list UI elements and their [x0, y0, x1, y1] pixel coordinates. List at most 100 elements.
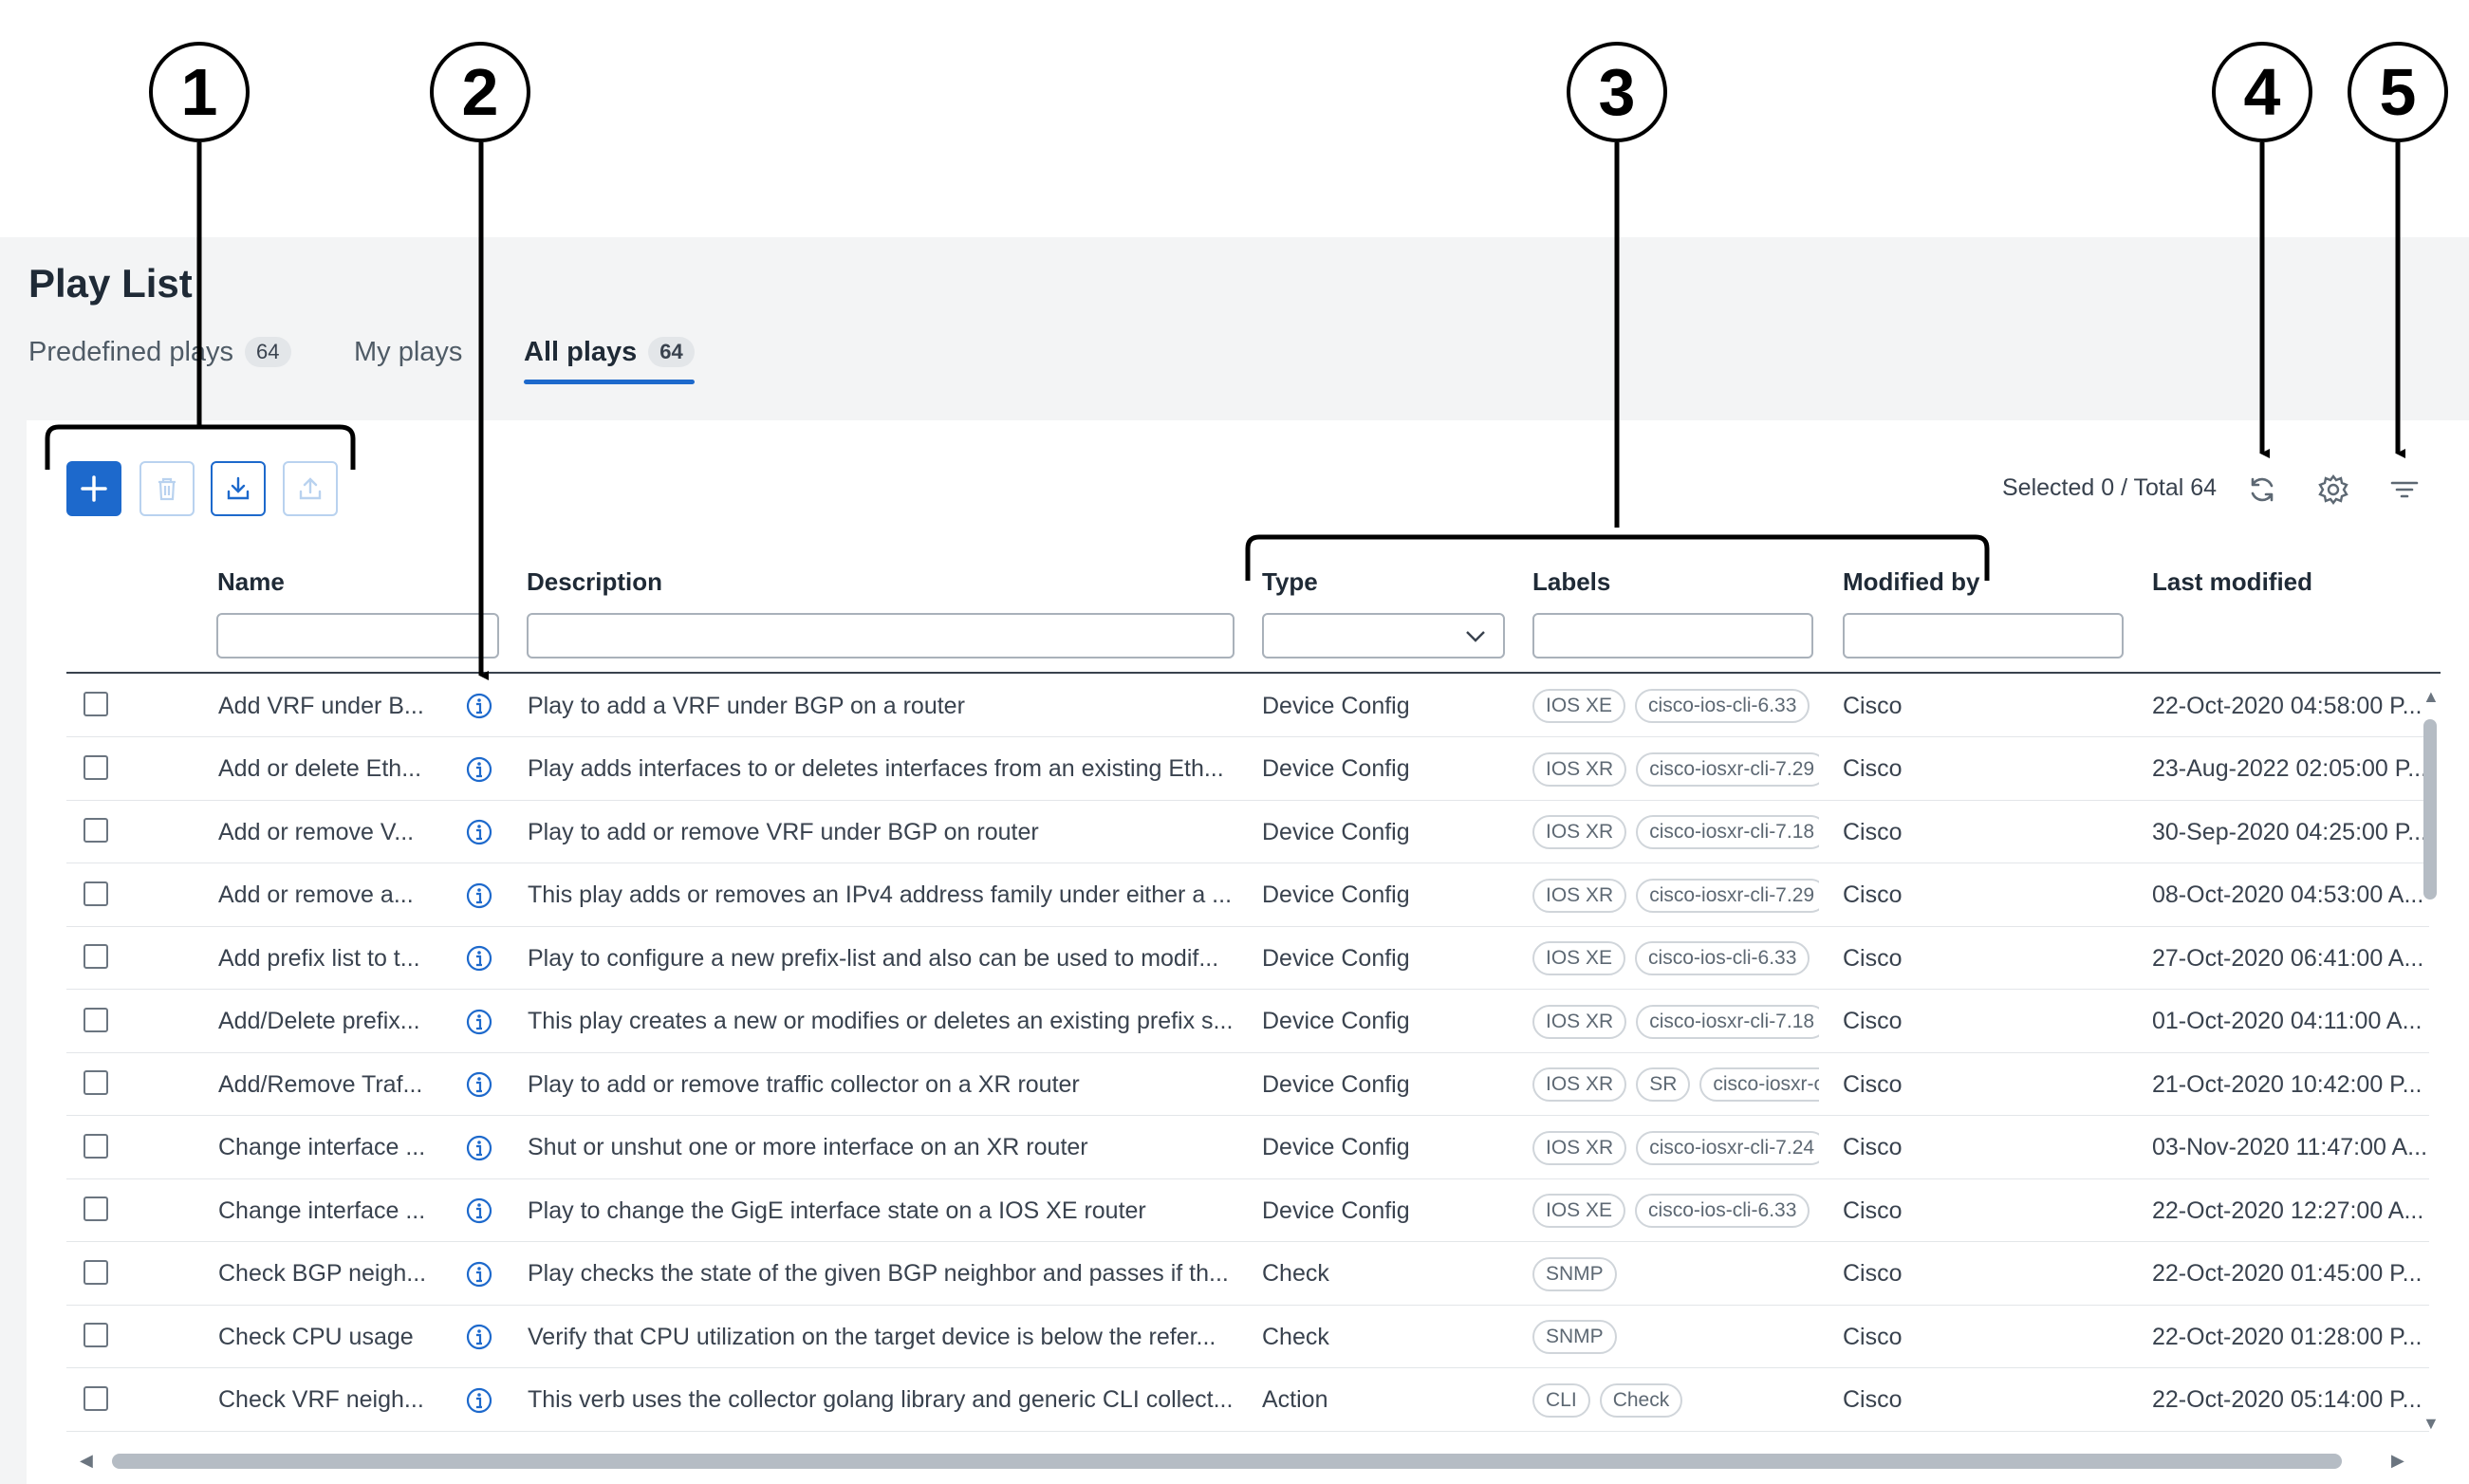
row-select-checkbox[interactable]	[84, 754, 108, 780]
row-select-checkbox[interactable]	[84, 818, 108, 843]
row-select-checkbox[interactable]	[84, 1323, 108, 1347]
table-row[interactable]: Check BGP neigh... Play checks the state …	[66, 1243, 2429, 1306]
scroll-left-icon[interactable]: ◀	[80, 1451, 93, 1471]
row-description: This play creates a new or modifies or d…	[528, 1008, 1234, 1034]
modified-by-filter-input[interactable]	[1843, 613, 2124, 659]
row-name: Check CPU usage	[218, 1323, 414, 1350]
label-badge: SR	[1636, 1067, 1691, 1102]
filter-toggle-button[interactable]	[2384, 469, 2425, 510]
callout-5: 5	[2348, 42, 2448, 142]
table-row[interactable]: Add/Delete prefix... This play creates a …	[66, 991, 2429, 1053]
info-icon[interactable]	[465, 692, 493, 720]
info-icon[interactable]	[465, 944, 493, 973]
row-labels: SNMP	[1532, 1243, 1819, 1306]
info-icon[interactable]	[465, 1008, 493, 1036]
row-last-modified: 01-Oct-2020 04:11:00 A...	[2152, 1008, 2423, 1034]
row-select-checkbox[interactable]	[84, 1385, 108, 1411]
row-select-checkbox[interactable]	[84, 1007, 108, 1032]
label-badge: IOS XR	[1532, 878, 1627, 913]
settings-button[interactable]	[2312, 469, 2354, 510]
refresh-button[interactable]	[2241, 469, 2283, 510]
label-badge: cisco-iosxr-cli-7.24	[1636, 1130, 1819, 1165]
play-table-body: Add VRF under B... Play to add a VRF unde…	[66, 675, 2429, 1434]
info-icon[interactable]	[465, 881, 493, 910]
row-labels: IOS XR cisco-iosxr-cli-7.18	[1532, 991, 1819, 1053]
row-modified-by: Cisco	[1843, 1323, 1903, 1350]
label-badge: IOS XE	[1532, 941, 1626, 975]
tab-predefined-plays[interactable]: Predefined plays 64	[28, 327, 291, 377]
row-select-checkbox[interactable]	[84, 1133, 108, 1159]
row-modified-by: Cisco	[1843, 755, 1903, 782]
label-badge: cisco-ios-cli-6.33	[1635, 689, 1810, 723]
info-icon[interactable]	[465, 755, 493, 784]
row-modified-by: Cisco	[1843, 1386, 1903, 1413]
name-filter-input[interactable]	[216, 613, 499, 659]
row-name: Add prefix list to t...	[218, 944, 420, 972]
horizontal-scrollbar[interactable]: ◀ ▶	[76, 1444, 2412, 1478]
row-modified-by: Cisco	[1843, 1260, 1903, 1287]
delete-button[interactable]	[139, 461, 195, 516]
table-row[interactable]: Check CPU usage Verify that CPU utilizati…	[66, 1306, 2429, 1368]
scroll-up-icon[interactable]: ▲	[2423, 687, 2440, 707]
column-header-modified-by[interactable]: Modified by	[1843, 567, 1979, 597]
import-button[interactable]	[211, 461, 266, 516]
row-last-modified: 22-Oct-2020 12:27:00 A...	[2152, 1196, 2424, 1224]
table-row[interactable]: Check VRF neigh... This verb uses the col…	[66, 1369, 2429, 1432]
row-select-checkbox[interactable]	[84, 881, 108, 906]
row-type: Action	[1262, 1386, 1328, 1413]
table-row[interactable]: Add or remove V... Play to add or remove …	[66, 801, 2429, 863]
export-button[interactable]	[283, 461, 338, 516]
row-type: Device Config	[1262, 1008, 1410, 1034]
row-last-modified: 27-Oct-2020 06:41:00 A...	[2152, 944, 2424, 972]
row-select-checkbox[interactable]	[84, 1070, 108, 1095]
row-labels: IOS XE cisco-ios-cli-6.33	[1532, 675, 1819, 737]
table-row[interactable]: Add VRF under B... Play to add a VRF unde…	[66, 675, 2429, 737]
info-icon[interactable]	[465, 1260, 493, 1289]
info-icon[interactable]	[465, 818, 493, 846]
column-header-labels[interactable]: Labels	[1532, 567, 1610, 597]
label-badge: IOS XR	[1532, 1130, 1627, 1165]
column-header-type[interactable]: Type	[1262, 567, 1318, 597]
info-icon[interactable]	[465, 1134, 493, 1162]
column-header-name[interactable]: Name	[217, 567, 285, 597]
table-row[interactable]: Add/Remove Traf... Play to add or remove …	[66, 1053, 2429, 1116]
row-modified-by: Cisco	[1843, 1134, 1903, 1160]
callout-3: 3	[1567, 42, 1667, 142]
info-icon[interactable]	[465, 1196, 493, 1225]
scroll-right-icon[interactable]: ▶	[2391, 1451, 2404, 1471]
tab-my-plays[interactable]: My plays	[354, 327, 462, 377]
row-description: Play to add a VRF under BGP on a router	[528, 692, 965, 719]
table-row[interactable]: Change interface ... Shut or unshut one o…	[66, 1117, 2429, 1179]
vertical-scroll-thumb[interactable]	[2423, 719, 2437, 900]
trash-icon	[158, 477, 176, 501]
table-row[interactable]: Add prefix list to t... Play to configure…	[66, 927, 2429, 990]
row-type: Device Config	[1262, 692, 1410, 719]
horizontal-scroll-thumb[interactable]	[112, 1454, 2342, 1469]
row-select-checkbox[interactable]	[84, 692, 108, 716]
table-row[interactable]: Change interface ... Play to change the G…	[66, 1179, 2429, 1242]
table-row[interactable]: Add or remove a... This play adds or remo…	[66, 864, 2429, 927]
table-row[interactable]: Add or delete Eth... Play adds interfaces…	[66, 738, 2429, 801]
column-header-description[interactable]: Description	[527, 567, 662, 597]
row-select-checkbox[interactable]	[84, 1259, 108, 1285]
vertical-scrollbar[interactable]: ▲ ▼	[2420, 683, 2441, 1433]
labels-filter-input[interactable]	[1532, 613, 1813, 659]
info-icon[interactable]	[465, 1386, 493, 1415]
column-header-last-modified[interactable]: Last modified	[2152, 567, 2312, 597]
info-icon[interactable]	[465, 1070, 493, 1099]
row-last-modified: 22-Oct-2020 01:28:00 P...	[2152, 1323, 2423, 1350]
label-badge: cisco-iosxr-cli-7.18	[1636, 1004, 1819, 1039]
row-labels: IOS XR SRcisco-iosxr-cli-	[1532, 1053, 1819, 1116]
row-select-checkbox[interactable]	[84, 1196, 108, 1221]
description-filter-input[interactable]	[527, 613, 1234, 659]
label-badge: Check	[1599, 1382, 1683, 1418]
row-modified-by: Cisco	[1843, 1196, 1903, 1224]
tab-all-plays[interactable]: All plays 64	[524, 327, 695, 384]
add-play-button[interactable]	[66, 461, 121, 516]
row-name: Add VRF under B...	[218, 692, 424, 719]
label-badge: IOS XR	[1532, 1067, 1627, 1102]
row-select-checkbox[interactable]	[84, 944, 108, 969]
scroll-down-icon[interactable]: ▼	[2423, 1414, 2440, 1434]
type-filter-select[interactable]	[1262, 613, 1505, 659]
info-icon[interactable]	[465, 1323, 493, 1351]
